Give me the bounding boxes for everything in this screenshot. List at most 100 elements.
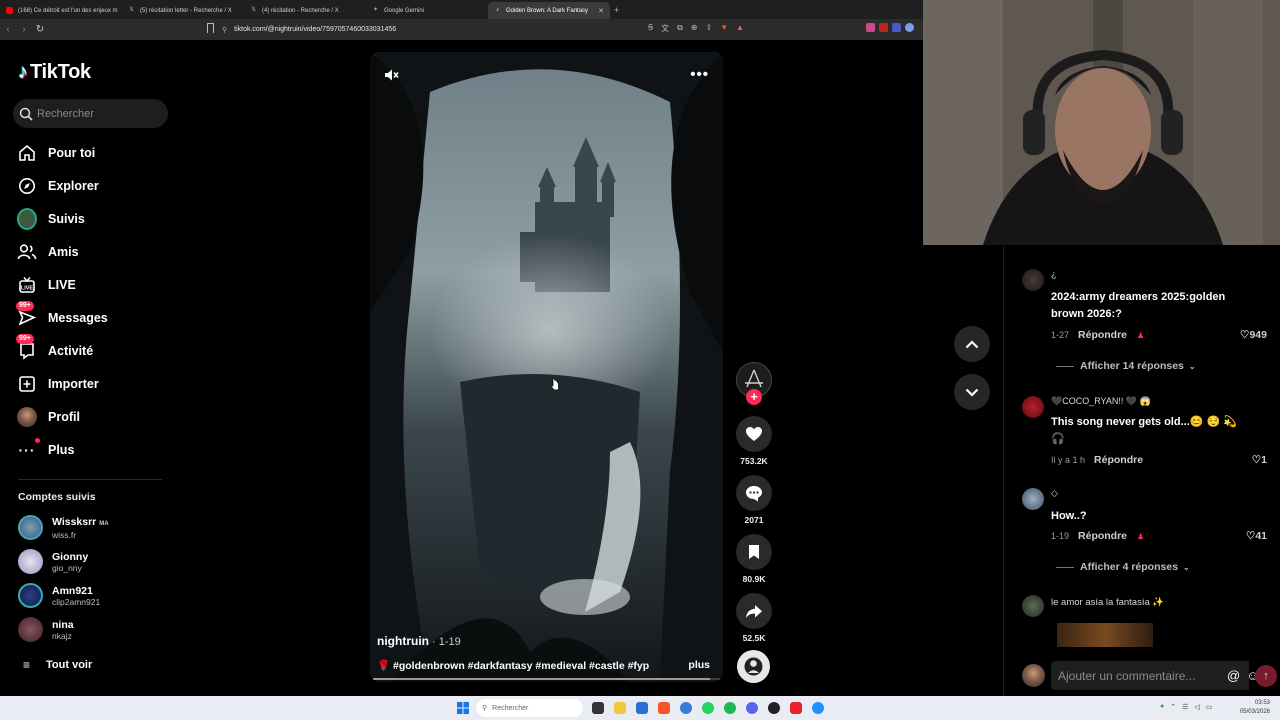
creator-avatar-button[interactable]: + <box>735 362 773 406</box>
nav-amis[interactable]: Amis <box>17 241 79 263</box>
url-field[interactable]: ⚲ tiktok.com/@nightruin/video/7597057460… <box>222 22 646 37</box>
video-progress-bar[interactable] <box>373 678 720 680</box>
comment-image[interactable] <box>1057 623 1153 647</box>
browser-tab-1[interactable]: (168) Ce détroit est l'un des enjeux m <box>0 2 122 19</box>
followed-account[interactable]: Wissksrr MA wiss.fr <box>18 515 109 540</box>
comment-like-button[interactable]: ♡41 <box>1246 530 1267 542</box>
reply-button[interactable]: Répondre <box>1078 329 1127 341</box>
follow-plus-icon[interactable]: + <box>746 389 762 405</box>
extension-icon[interactable] <box>892 23 901 32</box>
save-button[interactable]: 80.9K <box>735 534 773 584</box>
next-video-button[interactable] <box>954 374 990 410</box>
video-player[interactable]: ••• nightruin · 1-19 🌹 #goldenbrown #dar… <box>370 52 723 682</box>
taskbar-clock[interactable]: 03:53 05/03/2026 <box>1240 699 1270 717</box>
avatar[interactable] <box>1022 269 1044 291</box>
search-box[interactable] <box>13 99 168 128</box>
rewards-icon[interactable]: ▲ <box>736 23 744 34</box>
reload-icon[interactable]: ↻ <box>32 24 48 35</box>
search-input[interactable] <box>37 107 157 120</box>
followed-account[interactable]: nina nkajz <box>18 617 74 642</box>
avatar[interactable] <box>1022 396 1044 418</box>
bookmark-icon[interactable] <box>207 23 214 33</box>
like-button[interactable]: 753.2K <box>735 416 773 466</box>
close-tab-icon[interactable]: ✕ <box>598 7 604 15</box>
comment-like-button[interactable]: ♡949 <box>1240 329 1267 341</box>
nav-plus[interactable]: ··· Plus <box>17 438 74 461</box>
comment-input[interactable] <box>1051 661 1227 690</box>
no-script-icon[interactable]: Ꞩ <box>648 23 653 34</box>
new-tab-button[interactable]: + <box>614 5 619 15</box>
reply-button[interactable]: Répondre <box>1078 530 1127 542</box>
chevron-up-icon[interactable]: ⌃ <box>1170 703 1176 711</box>
followed-account[interactable]: Gionny gio_nny <box>18 549 88 574</box>
nav-messages[interactable]: 99+ Messages <box>16 301 108 329</box>
edge-icon[interactable] <box>812 702 824 714</box>
battery-icon[interactable]: ▭ <box>1206 703 1213 711</box>
video-author[interactable]: nightruin · 1-19 <box>377 634 461 648</box>
nav-activite[interactable]: 99+ Activité <box>16 334 93 362</box>
comment-like-count: 1 <box>1261 454 1267 466</box>
site-info-icon[interactable]: ⚲ <box>222 26 227 34</box>
windows-start-icon[interactable] <box>457 702 469 714</box>
browser-tab-4[interactable]: ✦ Google Gemini <box>366 2 488 19</box>
nav-pour-toi[interactable]: Pour toi <box>17 142 95 164</box>
app-icon[interactable] <box>680 702 692 714</box>
music-disc-icon[interactable] <box>737 650 770 683</box>
more-options-icon[interactable]: ••• <box>690 66 709 83</box>
brave-shield-icon[interactable]: ▼ <box>720 23 728 34</box>
nav-importer[interactable]: Importer <box>17 373 99 395</box>
account-name: Amn921 <box>52 584 93 597</box>
browser-tab-2[interactable]: 𝕏 (5) récitation letter - Recherche / X <box>122 2 244 19</box>
comment-like-button[interactable]: ♡1 <box>1252 454 1267 466</box>
my-avatar <box>1022 664 1045 687</box>
brave-icon[interactable] <box>658 702 670 714</box>
view-replies-button[interactable]: Afficher 14 réponses ⌄ <box>1056 360 1196 372</box>
volume-icon[interactable]: ◁ <box>1194 703 1199 711</box>
obs-icon[interactable] <box>768 702 780 714</box>
status-icon[interactable]: ● <box>1160 703 1164 711</box>
back-icon[interactable]: ‹ <box>0 24 16 35</box>
comment-username[interactable]: ¿ <box>1051 269 1057 279</box>
nav-explorer[interactable]: Explorer <box>17 175 99 197</box>
whatsapp-icon[interactable] <box>702 702 714 714</box>
profile-icon[interactable] <box>905 23 914 32</box>
caption-more-link[interactable]: plus <box>688 659 710 671</box>
comment-username[interactable]: 🖤COCO_RYAN!! 🖤 😱 <box>1051 396 1151 407</box>
store-icon[interactable] <box>636 702 648 714</box>
video-caption[interactable]: 🌹 #goldenbrown #darkfantasy #medieval #c… <box>377 659 649 672</box>
comment-button[interactable]: 2071 <box>735 475 773 525</box>
zoom-icon[interactable]: ⊕ <box>691 23 698 34</box>
see-all-button[interactable]: ≡ Tout voir <box>23 658 92 672</box>
spotify-icon[interactable] <box>724 702 736 714</box>
tiktok-logo[interactable]: ♪ TikTok <box>18 61 91 84</box>
browser-tab-3[interactable]: 𝕏 (4) récitation - Recherche / X <box>244 2 366 19</box>
extension-icon[interactable] <box>879 23 888 32</box>
file-explorer-icon[interactable] <box>614 702 626 714</box>
share-icon[interactable]: ⇪ <box>706 23 713 34</box>
task-view-icon[interactable] <box>592 702 604 714</box>
extension-icon[interactable] <box>866 23 875 32</box>
nav-profil[interactable]: Profil <box>17 406 80 428</box>
previous-video-button[interactable] <box>954 326 990 362</box>
taskbar-search[interactable]: ⚲ Rechercher <box>476 699 583 717</box>
nav-suivis[interactable]: Suivis <box>17 208 85 230</box>
send-comment-button[interactable]: ↑ <box>1255 665 1277 687</box>
reply-button[interactable]: Répondre <box>1094 454 1143 466</box>
comment-username[interactable]: ◇ <box>1051 488 1058 499</box>
mention-icon[interactable]: @ <box>1227 668 1240 683</box>
view-replies-button[interactable]: Afficher 4 réponses ⌄ <box>1056 561 1190 573</box>
comment-username[interactable]: le amor asía la fantasía ✨ <box>1051 597 1164 608</box>
forward-icon[interactable]: › <box>16 24 32 35</box>
browser-tab-5[interactable]: ♪ Golden Brown: A Dark Fantasy ✕ <box>488 2 610 19</box>
network-icon[interactable]: ☰ <box>1182 703 1188 711</box>
open-in-app-icon[interactable]: ⧉ <box>677 23 683 34</box>
discord-icon[interactable] <box>746 702 758 714</box>
share-button[interactable]: 52.5K <box>735 593 773 643</box>
nav-live[interactable]: LIVE LIVE <box>17 274 76 296</box>
followed-account[interactable]: Amn921 clip2amn921 <box>18 583 100 608</box>
translate-icon[interactable]: 文 <box>661 23 669 34</box>
mute-icon[interactable] <box>383 67 399 88</box>
app-icon[interactable] <box>790 702 802 714</box>
avatar[interactable] <box>1022 595 1044 617</box>
avatar[interactable] <box>1022 488 1044 510</box>
